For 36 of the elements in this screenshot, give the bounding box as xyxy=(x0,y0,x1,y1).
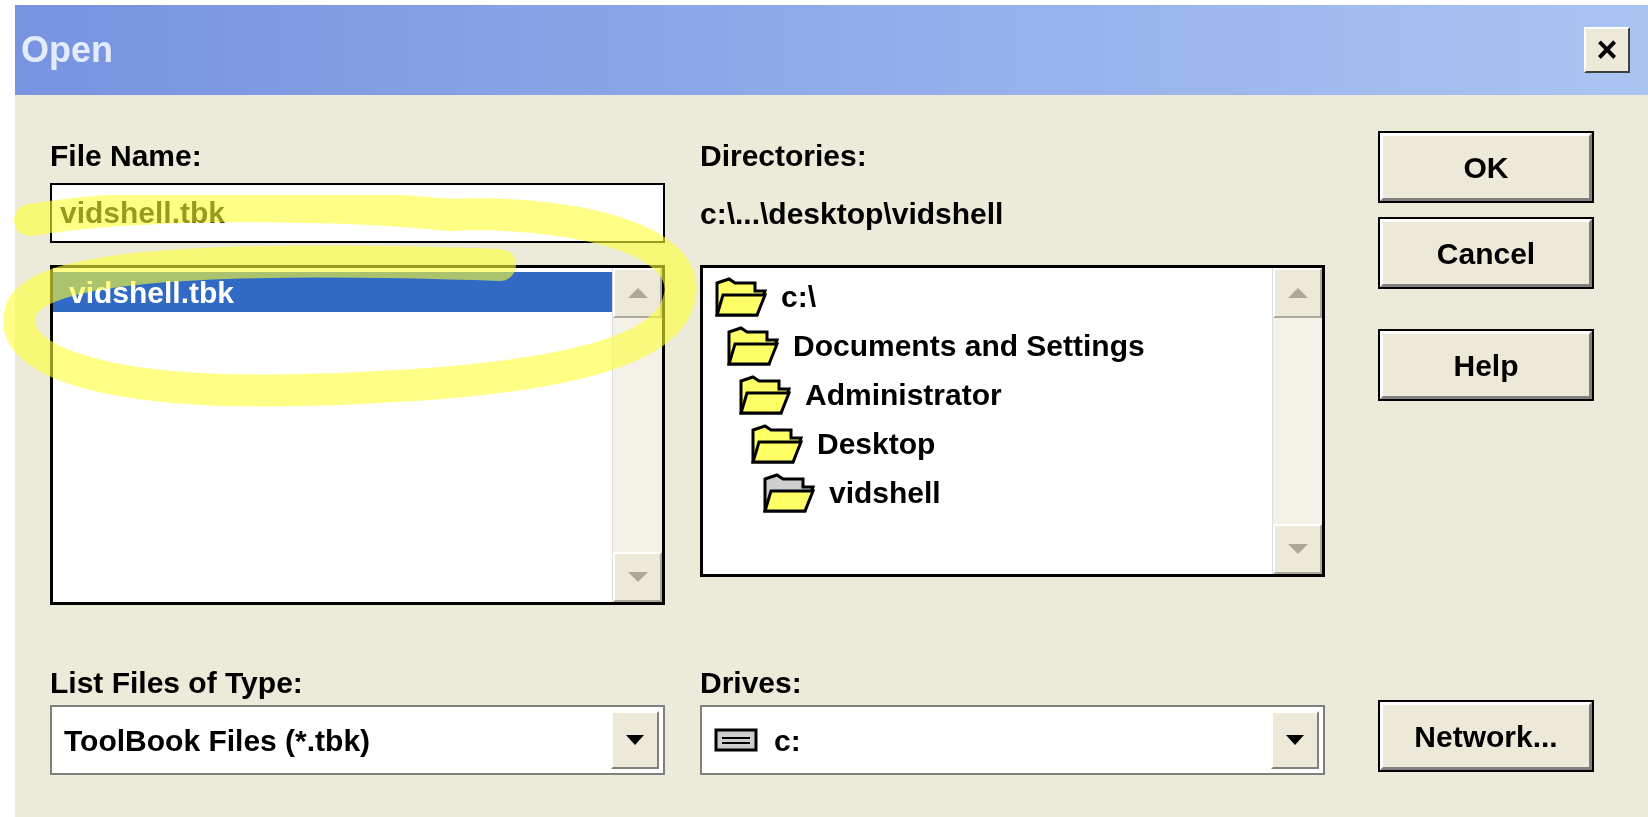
directory-item[interactable]: Desktop xyxy=(703,419,1272,468)
directory-item[interactable]: vidshell xyxy=(703,468,1272,517)
dialog-button[interactable]: OK xyxy=(1380,133,1592,201)
caret-icon xyxy=(1286,735,1304,745)
caret-icon xyxy=(626,735,644,745)
directory-item[interactable]: Administrator xyxy=(703,370,1272,419)
directory-item[interactable]: c:\ xyxy=(703,272,1272,321)
file-list-item[interactable]: vidshell.tbk xyxy=(53,272,612,312)
dropdown-button[interactable] xyxy=(611,711,659,769)
down-arrow-icon xyxy=(1287,544,1308,554)
directory-tree[interactable]: c:\ Documents and Settings Administrator Desktop vidshell xyxy=(700,265,1325,577)
file-name-label: File Name: xyxy=(50,138,203,174)
network-button[interactable]: Network... xyxy=(1380,702,1592,770)
scroll-down-button[interactable] xyxy=(1273,524,1322,574)
dropdown[interactable]: c: xyxy=(700,705,1325,775)
directory-item[interactable]: Documents and Settings xyxy=(703,321,1272,370)
dropdown[interactable]: ToolBook Files (*.tbk) xyxy=(50,705,665,775)
scroll-up-button[interactable] xyxy=(613,268,662,318)
scrollbar[interactable] xyxy=(612,268,662,602)
drive-icon xyxy=(714,728,758,752)
file-list[interactable]: vidshell.tbk xyxy=(50,265,665,605)
close-button[interactable]: × xyxy=(1584,27,1630,73)
dialog-button[interactable]: Cancel xyxy=(1380,219,1592,287)
window-title: Open xyxy=(21,28,113,72)
down-arrow-icon xyxy=(627,572,648,582)
scrollbar[interactable] xyxy=(1272,268,1322,574)
up-arrow-icon xyxy=(1287,288,1308,298)
directories-label: Directories: xyxy=(700,138,868,174)
scroll-down-button[interactable] xyxy=(613,552,662,602)
drives-label: Drives: xyxy=(700,665,803,701)
directory-path: c:\...\desktop\vidshell xyxy=(700,195,1005,232)
up-arrow-icon xyxy=(627,288,648,298)
scroll-up-button[interactable] xyxy=(1273,268,1322,318)
dialog-button[interactable]: Help xyxy=(1380,331,1592,399)
file-type-label: List Files of Type: xyxy=(50,665,304,701)
dropdown-button[interactable] xyxy=(1271,711,1319,769)
